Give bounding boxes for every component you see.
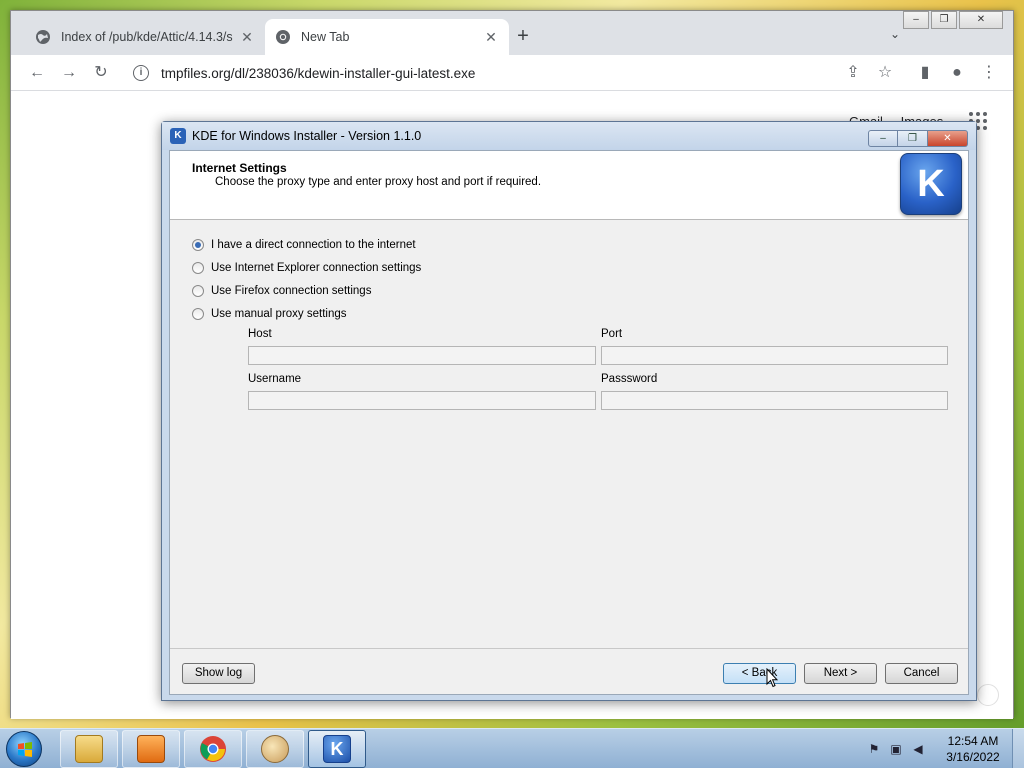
- radio-label: Use Internet Explorer connection setting…: [211, 262, 422, 274]
- site-info-icon[interactable]: i: [133, 65, 149, 81]
- radio-label: Use Firefox connection settings: [211, 285, 372, 297]
- dialog-body: Internet Settings Choose the proxy type …: [169, 150, 969, 695]
- url-text: tmpfiles.org/dl/238036/kdewin-installer-…: [161, 65, 476, 81]
- radio-label: I have a direct connection to the intern…: [211, 239, 416, 251]
- kde-installer-dialog: K KDE for Windows Installer - Version 1.…: [161, 121, 977, 701]
- radio-button[interactable]: [192, 308, 204, 320]
- minimize-button[interactable]: ‒: [903, 11, 929, 29]
- port-input[interactable]: [601, 346, 948, 365]
- windows-logo-icon: [18, 742, 32, 757]
- desktop: Index of /pub/kde/Attic/4.14.3/s ✕ New T…: [0, 0, 1024, 768]
- profile-avatar-icon[interactable]: ●: [945, 61, 969, 85]
- tab-title: Index of /pub/kde/Attic/4.14.3/s: [61, 30, 233, 44]
- dialog-close-button[interactable]: ✕: [928, 130, 968, 147]
- show-desktop-button[interactable]: [1012, 729, 1024, 768]
- action-center-flag-icon[interactable]: ⚑: [866, 741, 882, 757]
- port-label: Port: [601, 328, 623, 340]
- dialog-maximize-button[interactable]: ❐: [898, 130, 928, 147]
- back-button[interactable]: < Back: [723, 663, 796, 684]
- radio-button[interactable]: [192, 262, 204, 274]
- radio-label: Use manual proxy settings: [211, 308, 347, 320]
- username-input[interactable]: [248, 391, 596, 410]
- network-icon[interactable]: ▣: [888, 741, 904, 757]
- page-subtitle: Choose the proxy type and enter proxy ho…: [215, 176, 542, 188]
- host-label: Host: [248, 328, 272, 340]
- browser-window-controls: ‒ ❐ ✕: [901, 11, 1003, 29]
- taskbar-explorer[interactable]: [60, 730, 118, 768]
- close-tab-icon[interactable]: ✕: [239, 29, 255, 46]
- taskbar: K ⚑ ▣ ◀ 12:54 AM 3/16/2022: [0, 728, 1024, 768]
- side-panel-icon[interactable]: ▮: [913, 61, 937, 85]
- clock-time: 12:54 AM: [947, 734, 999, 748]
- paint-icon: [261, 735, 289, 763]
- browser-toolbar: ← → ↻ i tmpfiles.org/dl/238036/kdewin-in…: [11, 55, 1013, 91]
- taskbar-chrome[interactable]: [184, 730, 242, 768]
- kde-installer-icon: K: [323, 735, 351, 763]
- bookmark-star-icon[interactable]: ☆: [873, 61, 897, 85]
- forward-arrow-icon[interactable]: →: [57, 61, 81, 85]
- windows-explorer-icon: [75, 735, 103, 763]
- back-arrow-icon[interactable]: ←: [25, 61, 49, 85]
- volume-icon[interactable]: ◀: [910, 741, 926, 757]
- host-input[interactable]: [248, 346, 596, 365]
- maximize-button[interactable]: ❐: [931, 11, 957, 29]
- system-clock[interactable]: 12:54 AM 3/16/2022: [936, 733, 1010, 765]
- kde-app-icon: K: [170, 128, 186, 144]
- taskbar-kde-installer[interactable]: K: [308, 730, 366, 768]
- radio-button-selected[interactable]: [192, 239, 204, 251]
- footer-divider: [170, 648, 968, 649]
- reload-icon[interactable]: ↻: [89, 61, 113, 85]
- tab-strip: Index of /pub/kde/Attic/4.14.3/s ✕ New T…: [11, 11, 1013, 55]
- new-tab-button[interactable]: +: [511, 25, 535, 49]
- dialog-window-controls: ‒ ❐ ✕: [868, 130, 968, 147]
- tab-new-tab[interactable]: New Tab ✕: [265, 19, 509, 55]
- chrome-icon: [200, 736, 226, 762]
- address-bar[interactable]: i tmpfiles.org/dl/238036/kdewin-installe…: [123, 59, 903, 87]
- customize-button[interactable]: [977, 684, 999, 706]
- taskbar-media-player[interactable]: [122, 730, 180, 768]
- close-tab-icon[interactable]: ✕: [483, 29, 499, 46]
- next-button[interactable]: Next >: [804, 663, 877, 684]
- radio-direct-connection[interactable]: I have a direct connection to the intern…: [192, 237, 416, 253]
- page-title: Internet Settings: [192, 161, 287, 175]
- start-button[interactable]: [6, 731, 42, 767]
- wizard-header: Internet Settings Choose the proxy type …: [170, 151, 968, 220]
- tab-search-icon[interactable]: ⌄: [885, 27, 905, 47]
- share-icon[interactable]: ⇪: [841, 61, 865, 85]
- password-input[interactable]: [601, 391, 948, 410]
- cancel-button[interactable]: Cancel: [885, 663, 958, 684]
- radio-button[interactable]: [192, 285, 204, 297]
- taskbar-paint[interactable]: [246, 730, 304, 768]
- password-label: Passsword: [601, 373, 658, 385]
- tab-index-kde[interactable]: Index of /pub/kde/Attic/4.14.3/s ✕: [25, 19, 265, 55]
- kde-logo-icon: K: [900, 153, 962, 215]
- close-window-button[interactable]: ✕: [959, 11, 1003, 29]
- dialog-titlebar[interactable]: K KDE for Windows Installer - Version 1.…: [162, 122, 976, 150]
- globe-icon: [36, 30, 50, 44]
- show-log-button[interactable]: Show log: [182, 663, 255, 684]
- chrome-icon: [276, 30, 290, 44]
- dialog-title: KDE for Windows Installer - Version 1.1.…: [192, 129, 422, 143]
- mouse-cursor-icon: [766, 668, 778, 688]
- clock-date: 3/16/2022: [946, 750, 1000, 764]
- username-label: Username: [248, 373, 302, 385]
- menu-kebab-icon[interactable]: ⋮: [977, 61, 1001, 85]
- radio-firefox-settings[interactable]: Use Firefox connection settings: [192, 283, 371, 299]
- media-player-icon: [137, 735, 165, 763]
- tab-title: New Tab: [301, 30, 350, 44]
- radio-manual-proxy[interactable]: Use manual proxy settings: [192, 306, 347, 322]
- system-tray: ⚑ ▣ ◀: [866, 741, 926, 757]
- radio-ie-settings[interactable]: Use Internet Explorer connection setting…: [192, 260, 421, 276]
- dialog-minimize-button[interactable]: ‒: [868, 130, 898, 147]
